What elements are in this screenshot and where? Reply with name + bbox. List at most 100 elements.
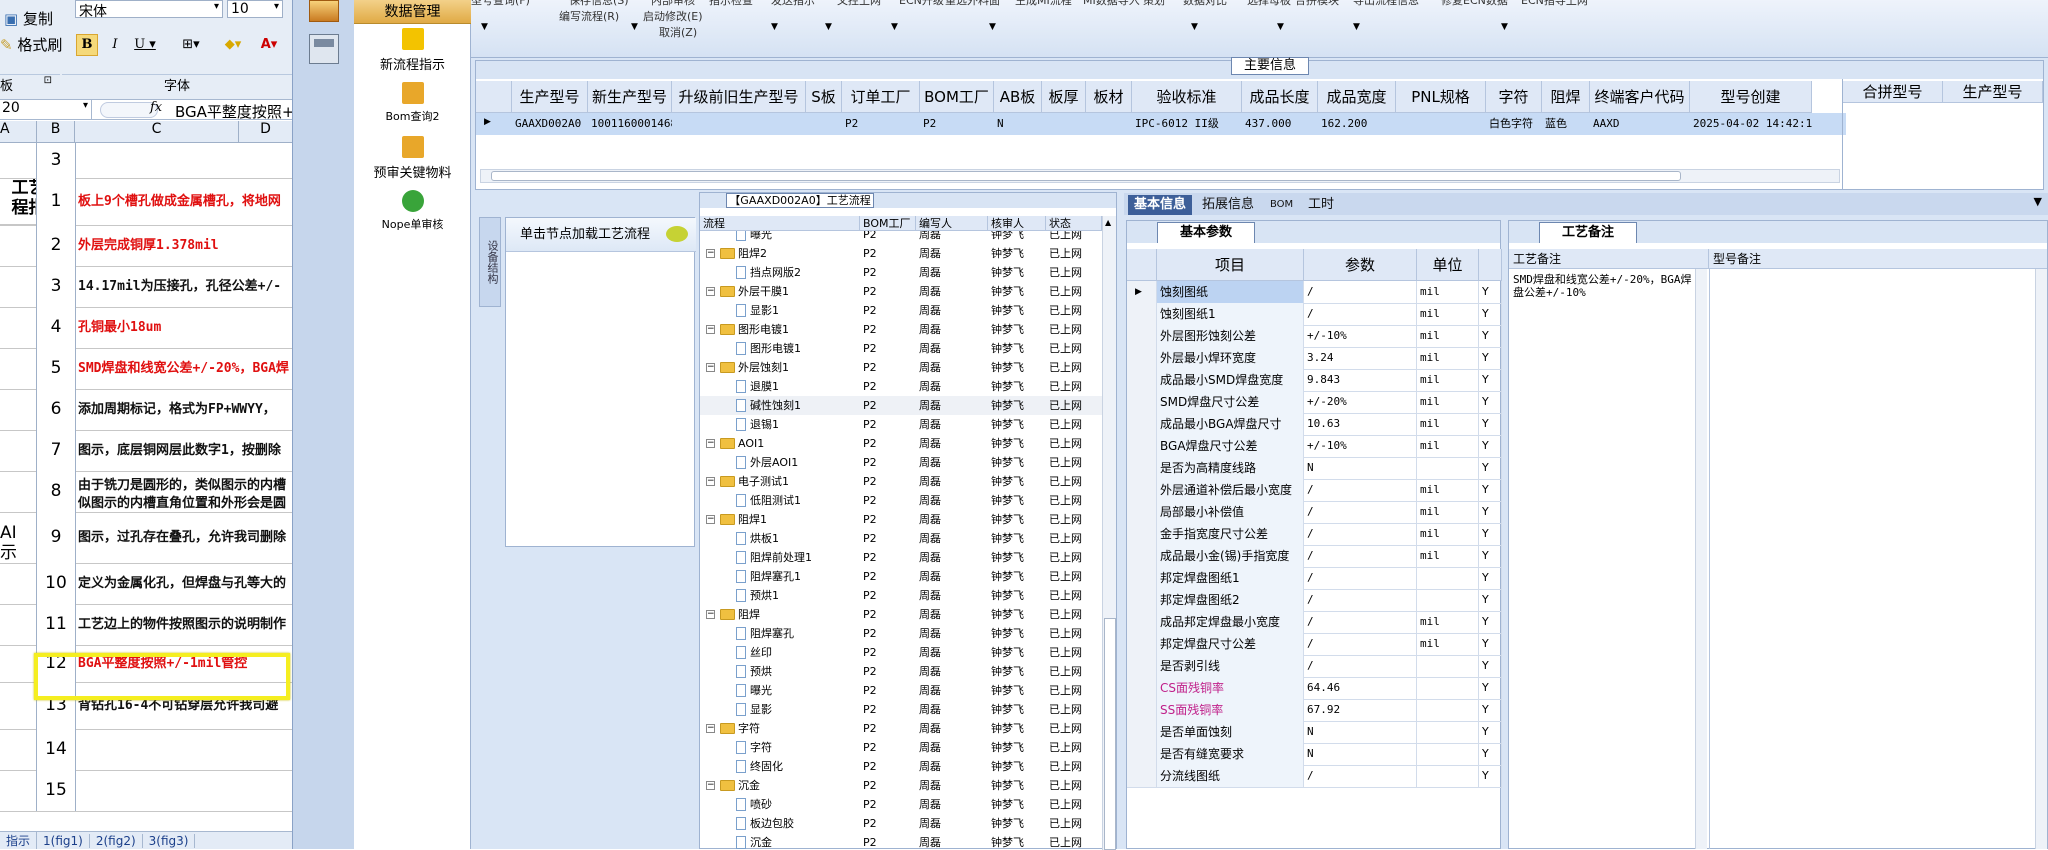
flow-column-header[interactable]: 编写人 [916,216,988,231]
main-info-cell[interactable]: 白色字符 [1486,113,1542,135]
param-value[interactable]: / [1304,567,1417,589]
param-row[interactable]: 外层最小焊环宽度 3.24 mil Y [1127,347,1502,370]
dropdown-arrow-icon[interactable]: ▼ [771,22,778,32]
main-info-column-header[interactable]: PNL规格 [1396,81,1486,113]
note-scrollbar[interactable] [1695,269,1707,849]
main-info-cell[interactable]: N [994,113,1042,135]
param-row[interactable]: 成品最小SMD焊盘宽度 9.843 mil Y [1127,369,1502,392]
detail-tab[interactable]: 基本信息 [1128,195,1193,215]
main-info-cell[interactable] [672,113,806,135]
sheet-row[interactable]: 14 [0,729,292,771]
param-column-header[interactable]: 单位 [1417,249,1479,281]
flow-step-name[interactable]: 字符 [738,719,760,738]
left-panel-item[interactable]: 预审关键物料 [354,134,471,186]
toolbar-button[interactable]: 合拼模块 [1295,0,1339,10]
param-value[interactable]: +/-10% [1304,325,1417,347]
flow-tree-row[interactable]: − 阻焊1 P2 周磊 钟梦飞 已上网 [700,510,1102,529]
main-info-column-header[interactable]: 订单工厂 [842,81,920,113]
param-column-header[interactable]: 项目 [1157,249,1304,281]
toolbar-button[interactable]: 策划 [1143,0,1165,10]
row-number-cell[interactable]: 2 [36,225,76,266]
param-row[interactable]: 金手指宽度尺寸公差 / mil Y [1127,523,1502,546]
param-value[interactable]: 10.63 [1304,413,1417,435]
italic-button[interactable]: I [104,34,126,56]
toolbar-button[interactable]: 修复ECN数据 [1441,0,1508,10]
main-info-cell[interactable]: 437.000 [1242,113,1318,135]
left-panel-item[interactable]: Nope单审核 [354,188,471,240]
flow-step-name[interactable]: 显影 [750,700,772,719]
main-info-column-header[interactable]: 验收标准 [1132,81,1242,113]
cell-c[interactable]: 定义为金属化孔，但焊盘与孔等大的 [74,563,292,604]
sheet-row[interactable]: 10 定义为金属化孔，但焊盘与孔等大的 [0,563,292,605]
main-info-cell[interactable]: AAXD [1590,113,1690,135]
flow-step-name[interactable]: 低阻测试1 [750,491,801,510]
collapse-toggle-icon[interactable]: − [706,515,715,524]
param-value[interactable]: / [1304,655,1417,677]
row-number-cell[interactable]: 14 [36,729,76,770]
param-value[interactable]: / [1304,303,1417,325]
flow-tree-row[interactable]: 碱性蚀刻1 P2 周磊 钟梦飞 已上网 [700,396,1102,415]
main-info-column-header[interactable]: BOM工厂 [920,81,994,113]
copy-button[interactable]: ▣ 复制 [4,8,53,29]
row-number-cell[interactable]: 4 [36,307,76,348]
param-value[interactable]: N [1304,743,1417,765]
underline-button[interactable]: U ▾ [130,34,160,56]
param-value[interactable]: / [1304,765,1417,787]
cell-c[interactable]: 外层完成铜厚1.378mil [74,225,292,266]
sheet-row[interactable]: 3 [0,143,292,179]
row-number-cell[interactable]: 9 [36,512,76,563]
dropdown-arrow-icon[interactable]: ▼ [989,22,996,32]
flow-tree-row[interactable]: 终固化 P2 周磊 钟梦飞 已上网 [700,757,1102,776]
sheet-row[interactable]: 3 14.17mil为压接孔，孔径公差+/- [0,266,292,308]
main-info-column-header[interactable]: 板材 [1086,81,1132,113]
cell-c[interactable]: SMD焊盘和线宽公差+/-20%，BGA焊 [74,348,292,389]
flow-tree-row[interactable]: 喷砂 P2 周磊 钟梦飞 已上网 [700,795,1102,814]
row-number-cell[interactable]: 15 [36,770,76,811]
collapse-toggle-icon[interactable]: − [706,477,715,486]
flow-column-header[interactable]: 状态 [1046,216,1102,231]
main-info-column-header[interactable]: 板厚 [1042,81,1086,113]
flow-tree-row[interactable]: 显影1 P2 周磊 钟梦飞 已上网 [700,301,1102,320]
flow-vertical-scrollbar[interactable]: ▲ [1102,216,1116,850]
font-size-select[interactable]: 10 ▾ [227,0,283,18]
flow-step-name[interactable]: 沉金 [738,776,760,795]
model-note-scrollbar[interactable] [2035,269,2047,849]
main-info-column-header[interactable]: 升级前旧生产型号 [672,81,806,113]
collapse-toggle-icon[interactable]: − [706,325,715,334]
flow-step-name[interactable]: 阻焊2 [738,244,767,263]
column-header-b[interactable]: B [36,121,74,143]
main-info-column-header[interactable]: 成品宽度 [1318,81,1396,113]
main-info-cell[interactable] [1086,113,1132,135]
font-color-button[interactable]: A▾ [254,34,284,56]
left-panel-item[interactable]: Bom查询2 [354,80,471,132]
flow-step-name[interactable]: 曝光 [750,231,772,244]
toolbar-button[interactable]: 型号查询(F) [471,0,530,10]
flow-tree-row[interactable]: 外层AOI1 P2 周磊 钟梦飞 已上网 [700,453,1102,472]
param-value[interactable]: / [1304,589,1417,611]
toolbar-button[interactable]: 数据对比 [1183,0,1227,10]
flow-step-name[interactable]: 阻焊1 [738,510,767,529]
font-name-select[interactable]: 宋体 ▾ [75,0,223,20]
flow-tree-row[interactable]: 烘板1 P2 周磊 钟梦飞 已上网 [700,529,1102,548]
detail-tab[interactable]: BOM [1264,195,1299,215]
sheet-row[interactable]: 11 工艺边上的物件按照图示的说明制作 [0,604,292,646]
sheet-row[interactable]: 15 [0,770,292,812]
flow-column-header[interactable]: 流程 [700,216,860,231]
node-list[interactable]: 单击节点加载工艺流程 [505,217,696,547]
detail-tab[interactable]: 拓展信息 [1196,195,1260,215]
collapse-toggle-icon[interactable]: − [706,249,715,258]
flow-tree-row[interactable]: 板边包胶 P2 周磊 钟梦飞 已上网 [700,814,1102,833]
flow-step-name[interactable]: 碱性蚀刻1 [750,396,801,415]
flow-step-name[interactable]: 丝印 [750,643,772,662]
flow-tree-row[interactable]: − 阻焊 P2 周磊 钟梦飞 已上网 [700,605,1102,624]
column-header-d[interactable]: D [238,121,292,143]
param-row[interactable]: CS面残铜率 64.46 Y [1127,677,1502,700]
collapse-toggle-icon[interactable]: − [706,439,715,448]
format-painter-button[interactable]: ✎ 格式刷 [0,34,62,55]
flow-tree-row[interactable]: 预烘1 P2 周磊 钟梦飞 已上网 [700,586,1102,605]
flow-tree-row[interactable]: 曝光 P2 周磊 钟梦飞 已上网 [700,231,1102,244]
param-row[interactable]: 成品最小BGA焊盘尺寸 10.63 mil Y [1127,413,1502,436]
toolbar-button[interactable]: 文控上网 [837,0,881,10]
row-number-cell[interactable]: 11 [36,604,76,645]
flow-tree-row[interactable]: 丝印 P2 周磊 钟梦飞 已上网 [700,643,1102,662]
